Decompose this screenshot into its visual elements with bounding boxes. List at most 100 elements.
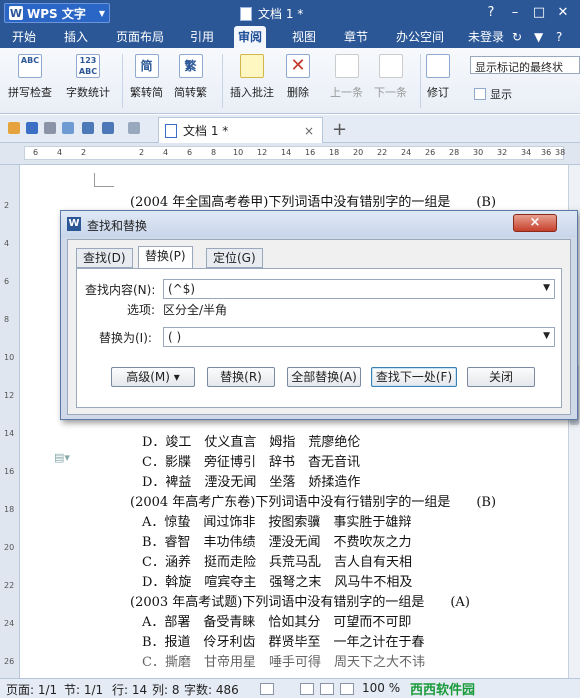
close-button[interactable]: 关闭: [467, 367, 535, 387]
maximize-button[interactable]: □: [528, 4, 550, 22]
tab-replace[interactable]: 替换(P): [138, 246, 193, 269]
view-mode-icon[interactable]: [320, 683, 334, 695]
window-title: 文档 1 *: [240, 5, 303, 22]
tab-start[interactable]: 开始: [8, 26, 40, 48]
ruler-tick: 2: [81, 148, 87, 157]
ruler-tick: 6: [33, 148, 39, 157]
insert-comment-button[interactable]: 插入批注: [230, 54, 274, 100]
open-icon[interactable]: [8, 122, 20, 134]
document-line: B．报道 伶牙利齿 群贤毕至 一年之计在于春: [142, 635, 425, 650]
customize-icon[interactable]: [128, 122, 140, 134]
next-comment-button[interactable]: 下一条: [374, 54, 407, 100]
document-tab-strip: 文档 1 * × +: [0, 115, 580, 143]
undo-icon[interactable]: [82, 122, 94, 134]
replace-input-value: ( ): [168, 330, 182, 344]
dialog-close-button[interactable]: ×: [513, 214, 557, 232]
replace-label: 替换为(I):: [99, 331, 152, 345]
ruler-tick: 34: [521, 148, 532, 157]
app-menu-button[interactable]: W WPS 文字 ▼: [4, 3, 110, 23]
redo-icon[interactable]: [102, 122, 114, 134]
replace-input[interactable]: ( ) ▼: [163, 327, 555, 347]
document-line: C．涵养 挺而走险 兵荒马乱 吉人自有天相: [142, 555, 412, 570]
document-icon: [240, 6, 252, 21]
print-icon[interactable]: [44, 122, 56, 134]
revise-icon: [426, 54, 450, 78]
replace-panel: 查找内容(N): (^$) ▼ 选项: 区分全/半角 替换为(I): ( ) ▼…: [76, 268, 562, 408]
doc-tab[interactable]: 文档 1 * ×: [158, 117, 323, 143]
shirt-icon[interactable]: ▼: [534, 30, 543, 44]
margin-corner-mark: [94, 173, 114, 187]
tab-view[interactable]: 视图: [288, 26, 320, 48]
document-icon: [165, 123, 177, 138]
revise-button[interactable]: 修订: [426, 54, 450, 100]
chevron-down-icon[interactable]: ▼: [543, 283, 550, 293]
vertical-ruler: 2 4 6 8 10 12 14 16 18 20 22 24 26: [0, 165, 20, 678]
find-next-button[interactable]: 查找下一处(F): [371, 367, 457, 387]
save-icon[interactable]: [26, 122, 38, 134]
spell-status-icon[interactable]: [260, 683, 274, 695]
delete-comment-button[interactable]: ✕ 删除: [286, 54, 310, 100]
ribbon-separator: [122, 54, 123, 108]
tab-review[interactable]: 审阅: [234, 26, 267, 48]
login-link[interactable]: 未登录: [464, 26, 508, 48]
help-icon[interactable]: ?: [556, 30, 562, 44]
tab-references[interactable]: 引用: [186, 26, 218, 48]
ruler-tick: 26: [425, 148, 436, 157]
prev-icon: [334, 54, 359, 78]
chevron-down-icon[interactable]: ▼: [543, 331, 550, 341]
status-words: 字数: 486: [184, 683, 239, 697]
view-mode-icon[interactable]: [300, 683, 314, 695]
replace-button[interactable]: 替换(R): [207, 367, 275, 387]
document-line: C．撕磨 甘帝用星 唾手可得 周天下之大不讳: [142, 655, 425, 670]
ruler-tick: 24: [4, 619, 15, 628]
minimize-button[interactable]: –: [504, 4, 526, 22]
tab-goto[interactable]: 定位(G): [206, 248, 263, 268]
word-count-button[interactable]: 123 ABC 字数统计: [66, 54, 110, 100]
tab-chapter[interactable]: 章节: [340, 26, 372, 48]
trad-to-simp-button[interactable]: 简 繁转简: [130, 54, 163, 100]
ruler-tick: 4: [4, 239, 10, 248]
ribbon-separator: [420, 54, 421, 108]
prev-comment-button[interactable]: 上一条: [330, 54, 363, 100]
help-button[interactable]: ?: [480, 4, 502, 22]
status-section: 节: 1/1: [64, 683, 104, 697]
chevron-down-icon: ▼: [98, 8, 105, 18]
simp-to-trad-button[interactable]: 繁 简转繁: [174, 54, 207, 100]
advanced-button[interactable]: 高级(M) ▾: [111, 367, 195, 387]
add-tab-button[interactable]: +: [332, 119, 347, 140]
ribbon-separator: [222, 54, 223, 108]
display-button[interactable]: 显示: [474, 86, 512, 102]
paragraph-icon[interactable]: ▤▾: [54, 451, 70, 464]
ruler-tick: 38: [555, 148, 566, 157]
ruler-tick: 18: [329, 148, 340, 157]
document-line: A．惊蛰 闻过饰非 按图索骥 事实胜于雄辩: [142, 515, 412, 530]
close-window-button[interactable]: ✕: [552, 4, 574, 22]
spell-check-button[interactable]: ABC 拼写检查: [8, 54, 52, 100]
document-line: A．部署 备受青睐 恰如其分 可望而不可即: [142, 615, 412, 630]
skin-icon[interactable]: ↻: [512, 30, 522, 44]
zoom-level[interactable]: 100 %: [362, 681, 400, 695]
simp-to-trad-label: 简转繁: [174, 86, 207, 99]
ruler-tick: 4: [57, 148, 63, 157]
display-mode-select[interactable]: 显示标记的最终状: [470, 56, 580, 74]
tab-office-space[interactable]: 办公空间: [392, 26, 448, 48]
ruler-tick: 10: [233, 148, 244, 157]
view-mode-icon[interactable]: [340, 683, 354, 695]
dialog-title-bar[interactable]: W 查找和替换 ×: [61, 211, 577, 237]
tab-page-layout[interactable]: 页面布局: [112, 26, 168, 48]
tab-insert[interactable]: 插入: [60, 26, 92, 48]
doc-tab-label: 文档 1 *: [183, 124, 229, 138]
delete-icon: ✕: [286, 54, 310, 78]
close-tab-icon[interactable]: ×: [304, 124, 314, 138]
traditional-icon: 繁: [178, 54, 203, 78]
replace-all-button[interactable]: 全部替换(A): [287, 367, 361, 387]
ruler-tick: 14: [281, 148, 292, 157]
menu-bar: 开始 插入 页面布局 引用 审阅 视图 章节 办公空间 未登录 ↻ ▼ ?: [0, 26, 580, 48]
find-input[interactable]: (^$) ▼: [163, 279, 555, 299]
revise-label: 修订: [427, 86, 449, 99]
preview-icon[interactable]: [62, 122, 74, 134]
status-bar: 页面: 1/1 节: 1/1 行: 14 列: 8 字数: 486 100 % …: [0, 678, 580, 698]
tab-find[interactable]: 查找(D): [76, 248, 133, 268]
display-label: 显示: [490, 88, 512, 101]
ruler-tick: 14: [4, 429, 15, 438]
